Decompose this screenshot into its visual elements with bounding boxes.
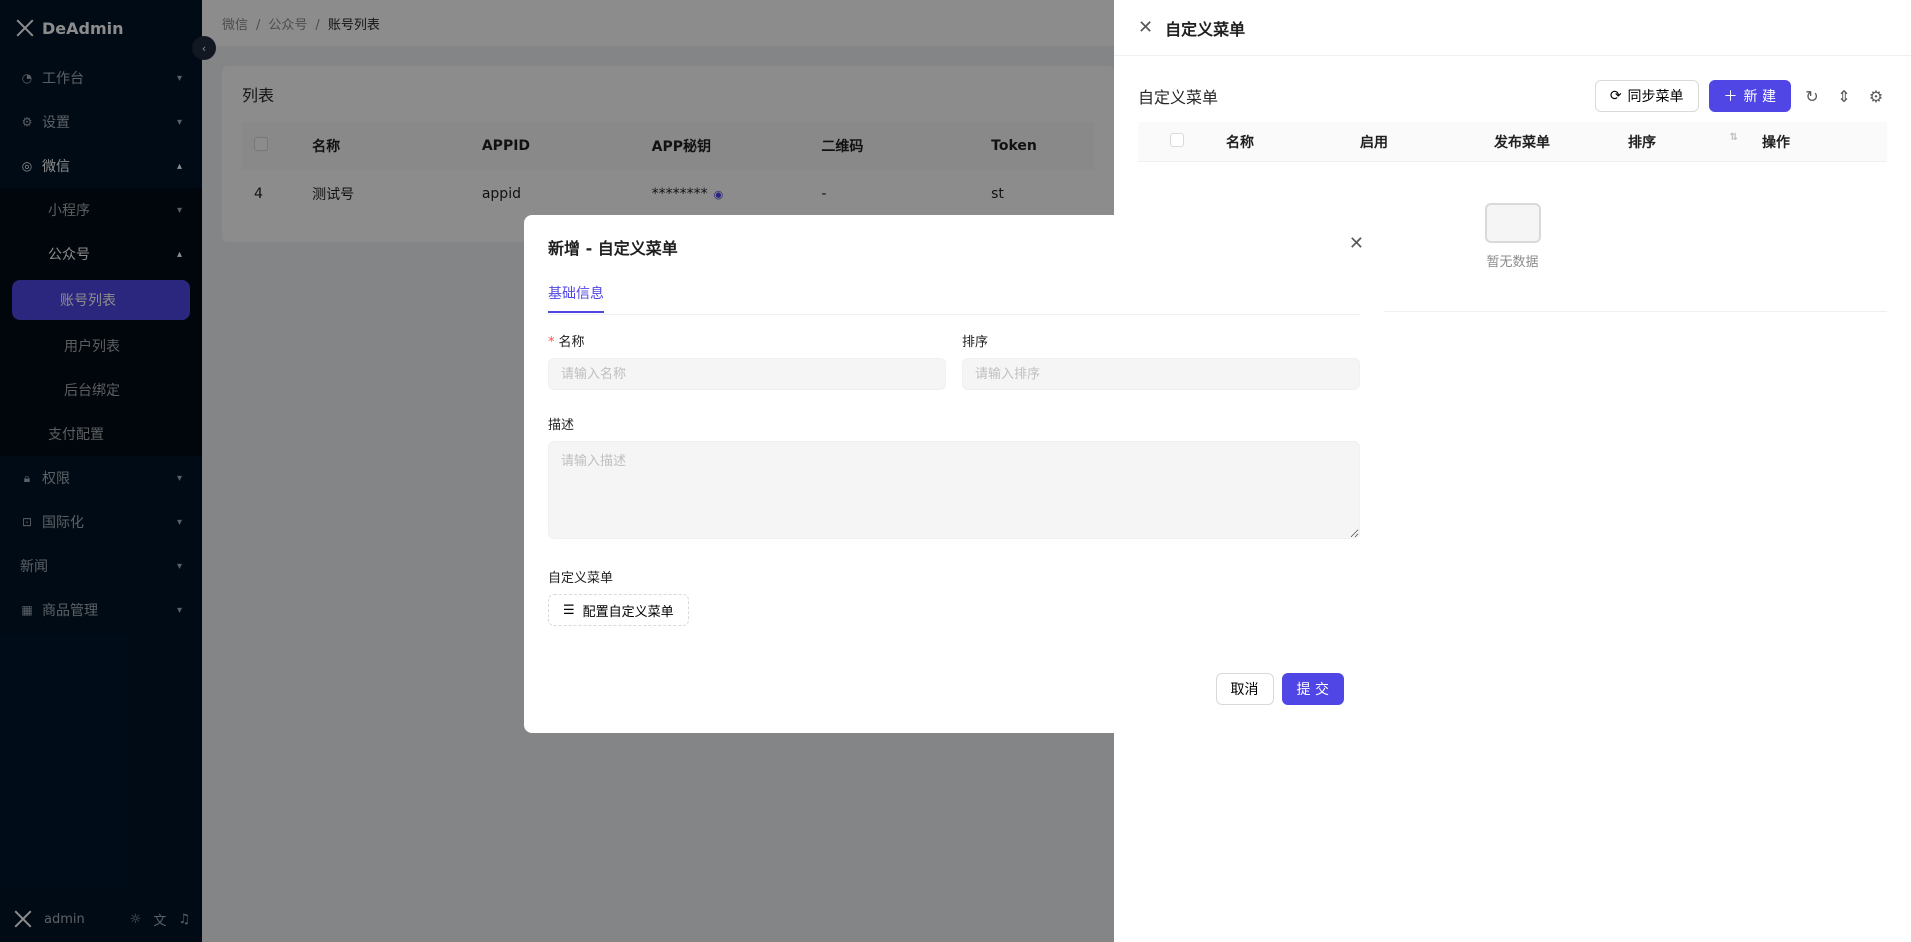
drawer-toolbar: 自定义菜单 ⟳ 同步菜单 ＋ 新 建 ↻ ⇕ ⚙: [1138, 80, 1887, 112]
sync-menu-button[interactable]: ⟳ 同步菜单: [1594, 80, 1699, 112]
sync-icon: ⟳: [1609, 88, 1622, 104]
sort-label: 排序: [962, 335, 989, 350]
custom-menu-label: 自定义菜单: [548, 571, 614, 586]
tab-basic-info[interactable]: 基础信息: [548, 275, 604, 313]
desc-label: 描述: [548, 418, 575, 433]
select-all-checkbox[interactable]: [1170, 132, 1184, 147]
column-header: 操作: [1762, 134, 1790, 151]
drawer-table-header: 名称 启用 发布菜单 排序 ⇅ 操作: [1138, 122, 1887, 162]
close-icon[interactable]: ✕: [1349, 233, 1364, 254]
name-label-text: 名称: [558, 335, 585, 350]
new-custom-menu-modal: 新增 - 自定义菜单 ✕ 基础信息 *名称 排序 描述 自定义菜单 ☰ 配置自定义…: [524, 215, 1384, 733]
name-input[interactable]: [548, 358, 946, 390]
column-header: 名称: [1226, 134, 1254, 151]
column-height-icon[interactable]: ⇕: [1833, 87, 1855, 106]
sort-input[interactable]: [962, 358, 1360, 390]
submit-button[interactable]: 提 交: [1281, 673, 1344, 705]
modal-title: 新增 - 自定义菜单: [548, 239, 678, 258]
modal-tabs: 基础信息: [548, 275, 1360, 315]
column-header: 发布菜单: [1494, 134, 1550, 151]
column-header: 排序: [1628, 134, 1656, 151]
setting-icon[interactable]: ⚙: [1865, 87, 1887, 106]
new-label: 新 建: [1743, 89, 1776, 105]
reload-icon[interactable]: ↻: [1801, 87, 1823, 106]
cancel-button[interactable]: 取消: [1215, 673, 1274, 705]
drawer-header: ✕ 自定义菜单: [1114, 0, 1911, 56]
configure-menu-label: 配置自定义菜单: [582, 604, 674, 620]
plus-icon: ＋: [1723, 89, 1738, 105]
column-header: 启用: [1360, 134, 1388, 151]
new-button[interactable]: ＋ 新 建: [1708, 80, 1791, 112]
sort-icon[interactable]: ⇅: [1730, 132, 1738, 152]
drawer-title: 自定义菜单: [1165, 19, 1246, 39]
configure-custom-menu-button[interactable]: ☰ 配置自定义菜单: [548, 594, 689, 626]
sync-menu-label: 同步菜单: [1627, 89, 1684, 105]
close-icon[interactable]: ✕: [1138, 17, 1153, 38]
desc-textarea[interactable]: [548, 441, 1360, 539]
empty-text: 暂无数据: [1486, 255, 1539, 270]
name-label: * 名称: [548, 335, 585, 350]
drawer-table-title: 自定义菜单: [1138, 88, 1219, 107]
menu-icon: ☰: [563, 602, 575, 618]
empty-inbox-icon: [1484, 203, 1541, 243]
